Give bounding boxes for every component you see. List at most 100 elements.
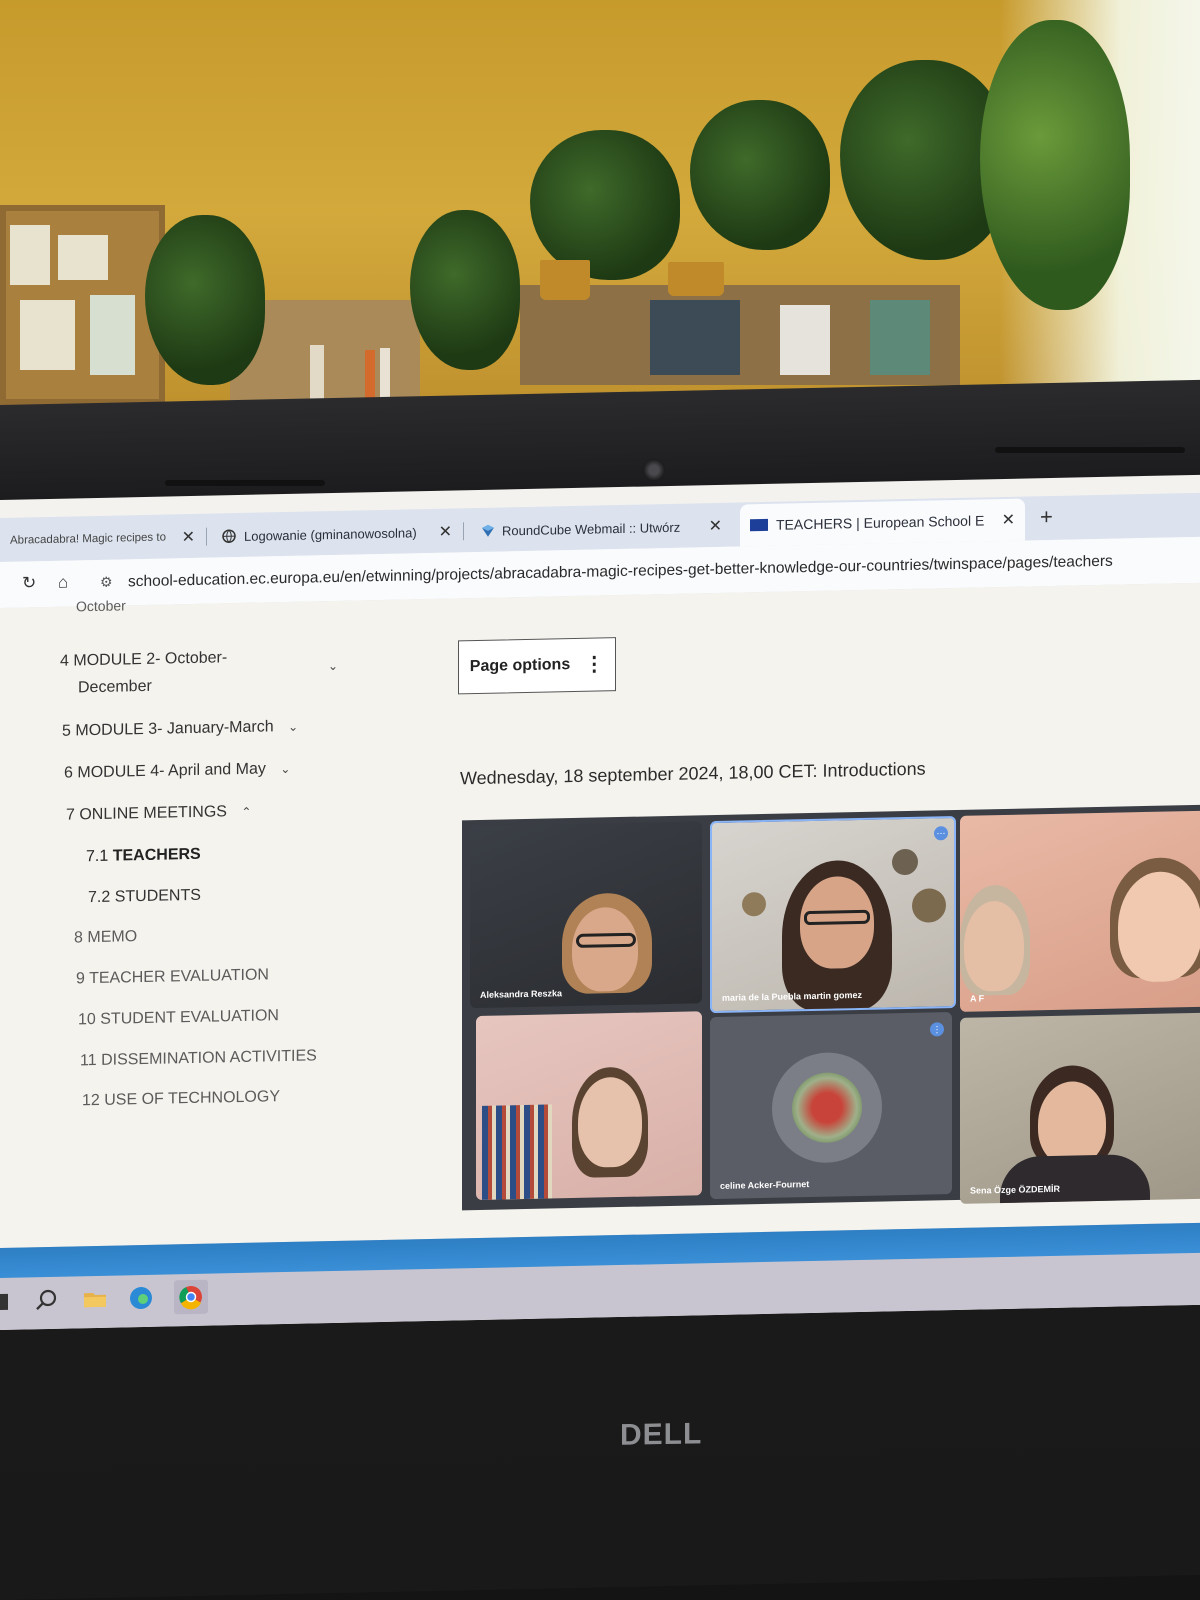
sidebar-item-module-3[interactable]: 5 MODULE 3- January-March ⌄ <box>62 718 298 741</box>
speaker-grille <box>165 480 325 486</box>
participant-tile: Aleksandra Reszka <box>470 821 702 1009</box>
wall-plate <box>912 888 946 923</box>
page-options-button[interactable]: Page options ⋮ <box>458 637 616 695</box>
home-icon[interactable]: ⌂ <box>58 573 68 593</box>
glasses-graphic <box>576 932 636 948</box>
sidebar-item-teacher-evaluation[interactable]: 9 TEACHER EVALUATION <box>76 966 269 988</box>
sidebar-item-number: 4 <box>60 652 69 670</box>
sidebar-item-label: TEACHERS <box>112 845 201 865</box>
sidebar-item-number: 7 <box>66 806 75 824</box>
sidebar-item-label: STUDENTS <box>114 886 201 906</box>
sidebar-item-teachers[interactable]: 7.1 TEACHERS <box>86 846 201 866</box>
laptop-screen: Abracadabra! Magic recipes to ✕ Logowani… <box>0 474 1200 1330</box>
wall-plate <box>742 891 766 917</box>
url-field[interactable]: school-education.ec.europa.eu/en/etwinni… <box>128 553 1113 592</box>
close-tab-icon[interactable]: ✕ <box>1002 510 1015 530</box>
sidebar-item-students[interactable]: 7.2 STUDENTS <box>88 887 201 907</box>
cork-board <box>0 205 165 405</box>
tab-label: Logowanie (gminanowosolna) <box>244 524 417 544</box>
sidebar-item-label: ONLINE MEETINGS <box>79 803 227 824</box>
books <box>650 300 740 375</box>
chevron-down-icon[interactable]: ⌄ <box>280 762 290 776</box>
sidebar-item-student-evaluation[interactable]: 10 STUDENT EVALUATION <box>78 1007 279 1029</box>
sidebar-item-label: MODULE 4- April and May <box>77 760 266 782</box>
sidebar-item-label-continued: December <box>78 677 152 697</box>
sidebar-item-memo[interactable]: 8 MEMO <box>74 928 137 947</box>
meeting-screenshot: Aleksandra Reszka ⋯ maria de la Puebla m… <box>462 804 1200 1211</box>
participant-tile <box>476 1011 702 1201</box>
tab-label: TEACHERS | European School E <box>776 512 985 533</box>
page-content: October 4 MODULE 2- October- December ⌄ … <box>0 582 1200 1248</box>
sidebar-item-label: USE OF TECHNOLOGY <box>104 1088 280 1109</box>
chevron-down-icon[interactable]: ⌄ <box>288 720 298 734</box>
edge-icon[interactable] <box>128 1285 154 1312</box>
wall-plate <box>892 848 918 876</box>
chevron-down-icon[interactable]: ⌄ <box>328 659 338 673</box>
file-explorer-icon[interactable] <box>82 1286 108 1313</box>
meeting-heading: Wednesday, 18 september 2024, 18,00 CET:… <box>460 758 926 789</box>
more-options-icon: ⋯ <box>934 826 948 841</box>
page-options-label: Page options <box>469 656 571 676</box>
sidebar-item-dissemination[interactable]: 11 DISSEMINATION ACTIVITIES <box>80 1047 317 1070</box>
eu-flag-icon <box>750 518 768 532</box>
plant <box>410 210 520 370</box>
close-tab-icon[interactable]: ✕ <box>709 516 722 536</box>
site-settings-icon[interactable]: ⚙ <box>100 574 113 591</box>
reload-icon[interactable]: ↻ <box>22 573 36 593</box>
webcam <box>643 459 665 481</box>
tab-roundcube[interactable]: RoundCube Webmail :: Utwórz ✕ <box>470 509 732 548</box>
participant-tile: Sena Özge ÖZDEMİR <box>960 1012 1200 1204</box>
sidebar-item-module-2[interactable]: 4 MODULE 2- October- <box>60 649 227 671</box>
close-tab-icon[interactable]: ✕ <box>439 522 452 542</box>
tab-separator <box>463 522 464 541</box>
plant <box>530 130 680 280</box>
more-vertical-icon: ⋮ <box>584 653 605 676</box>
participant-tile: A F <box>960 810 1200 1012</box>
dell-logo: DELL <box>620 1417 703 1452</box>
sidebar-item-number: 7.1 <box>86 847 109 866</box>
roundcube-icon <box>480 524 494 538</box>
chrome-icon[interactable] <box>174 1279 208 1315</box>
search-icon[interactable] <box>34 1287 60 1314</box>
sidebar-item-technology[interactable]: 12 USE OF TECHNOLOGY <box>82 1088 280 1110</box>
tab-abracadabra[interactable]: Abracadabra! Magic recipes to ✕ <box>0 520 207 558</box>
sidebar-item-number: 10 <box>78 1010 96 1029</box>
participant-face <box>1118 870 1200 983</box>
participant-name: Aleksandra Reszka <box>480 988 563 1000</box>
participant-name: A F <box>970 993 985 1004</box>
plant <box>690 100 830 250</box>
tab-logowanie[interactable]: Logowanie (gminanowosolna) ✕ <box>212 514 464 553</box>
sidebar-item-number: 12 <box>82 1091 100 1110</box>
sidebar-item-cut: October <box>76 597 126 615</box>
participant-name: Sena Özge ÖZDEMİR <box>970 1183 1061 1196</box>
new-tab-button[interactable]: + <box>1040 504 1053 530</box>
sidebar-item-number: 8 <box>74 929 83 947</box>
sidebar-item-label: MODULE 2- October- <box>73 649 228 670</box>
tab-separator <box>206 527 207 546</box>
participant-face <box>1038 1080 1106 1167</box>
participant-face <box>964 900 1024 992</box>
sidebar-item-module-4[interactable]: 6 MODULE 4- April and May ⌄ <box>64 760 290 783</box>
globe-icon <box>222 529 236 543</box>
speaker-grille <box>995 447 1185 453</box>
tab-label: Abracadabra! Magic recipes to <box>10 531 166 547</box>
chevron-up-icon[interactable]: ⌃ <box>241 805 251 819</box>
close-tab-icon[interactable]: ✕ <box>182 527 195 547</box>
sidebar-item-number: 6 <box>64 764 73 782</box>
sidebar-item-label: TEACHER EVALUATION <box>89 966 269 988</box>
speaking-indicator-icon: ⋮ <box>930 1022 944 1037</box>
sidebar-item-online-meetings[interactable]: 7 ONLINE MEETINGS ⌃ <box>66 803 251 825</box>
participant-face <box>572 906 638 993</box>
sidebar-item-number: 11 <box>80 1051 97 1070</box>
books <box>870 300 930 375</box>
tab-label: RoundCube Webmail :: Utwórz <box>502 519 681 538</box>
sidebar-item-label: MODULE 3- January-March <box>75 718 274 740</box>
sidebar-item-number: 9 <box>76 970 85 988</box>
windows-icon[interactable] <box>0 1293 8 1311</box>
sidebar-item-label: MEMO <box>87 928 138 947</box>
sidebar-item-label: STUDENT EVALUATION <box>100 1007 279 1028</box>
tab-teachers[interactable]: TEACHERS | European School E ✕ <box>740 498 1025 547</box>
participant-name: celine Acker-Fournet <box>720 1179 810 1191</box>
sidebar-item-number: 5 <box>62 722 71 740</box>
participant-tile-speaking: ⋯ maria de la Puebla martin gomez <box>710 815 956 1014</box>
